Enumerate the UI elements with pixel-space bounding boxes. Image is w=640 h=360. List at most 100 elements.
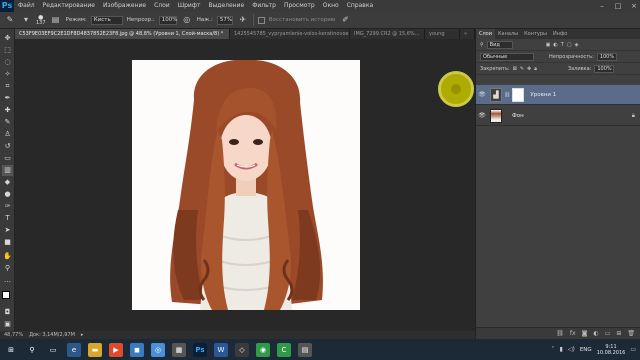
flow-field[interactable]: 57% bbox=[216, 15, 233, 25]
group-folder-icon[interactable]: ▭ bbox=[605, 330, 611, 337]
history-brush-tool-icon[interactable]: ↺ bbox=[2, 141, 13, 152]
file-explorer-icon[interactable]: ▬ bbox=[88, 342, 102, 357]
blur-tool-icon[interactable]: ◆ bbox=[2, 177, 13, 188]
fx-icon[interactable]: fx bbox=[570, 330, 576, 337]
healing-brush-tool-icon[interactable]: ✚ bbox=[2, 105, 13, 116]
eraser-tool-icon[interactable]: ▭ bbox=[2, 153, 13, 164]
brush-tool-icon[interactable]: ✎ bbox=[4, 14, 16, 26]
camtasia-icon[interactable]: ◉ bbox=[256, 342, 270, 357]
brush-tool-icon[interactable]: ✎ bbox=[2, 117, 13, 128]
menu-edit[interactable]: Редактирование bbox=[39, 0, 99, 12]
media-app-icon[interactable]: ▶ bbox=[109, 342, 123, 357]
shape-tool-icon[interactable]: ■ bbox=[2, 237, 13, 248]
windows-start-icon[interactable]: ⊞ bbox=[4, 343, 18, 357]
canvas-area[interactable] bbox=[15, 39, 475, 331]
type-tool-icon[interactable]: T bbox=[2, 213, 13, 224]
minimize-icon[interactable]: – bbox=[598, 2, 606, 10]
filter-smart-icon[interactable]: ◈ bbox=[575, 42, 579, 48]
clone-stamp-tool-icon[interactable]: ♙ bbox=[2, 129, 13, 140]
tab-document-2[interactable]: 1425545785_vypryamlenie-volos-keratinovo… bbox=[230, 29, 350, 39]
volume-icon[interactable]: ◁) bbox=[568, 346, 575, 353]
maximize-icon[interactable]: □ bbox=[614, 2, 622, 10]
quick-select-tool-icon[interactable]: ✧ bbox=[2, 69, 13, 80]
menu-help[interactable]: Справка bbox=[343, 0, 377, 12]
store-icon[interactable]: ◼ bbox=[130, 342, 144, 357]
filter-adjustment-icon[interactable]: ◐ bbox=[553, 42, 557, 48]
layer-row[interactable]: 👁︎ Фон 🔒︎ bbox=[476, 106, 640, 126]
add-mask-icon[interactable]: ◙ bbox=[582, 330, 588, 337]
airbrush-icon[interactable]: ✈ bbox=[237, 14, 249, 26]
new-layer-icon[interactable]: ⊞ bbox=[616, 330, 621, 337]
tab-layers[interactable]: Слои bbox=[476, 29, 495, 39]
filter-shape-icon[interactable]: ▢ bbox=[567, 42, 572, 48]
tab-document-4[interactable]: young bbox=[425, 29, 460, 39]
menu-view[interactable]: Просмотр bbox=[280, 0, 319, 12]
lock-all-icon[interactable]: 🔒︎ bbox=[534, 66, 537, 72]
adjustment-layer-icon[interactable]: ◐ bbox=[593, 330, 598, 337]
tabs-overflow-icon[interactable]: » bbox=[460, 29, 475, 39]
tab-document-active[interactable]: C53F9E03EF9C2E1DF8D4837852E23F8.jpg @ 48… bbox=[15, 29, 230, 39]
pressure-opacity-icon[interactable]: ◎ bbox=[181, 14, 193, 26]
menu-type[interactable]: Шрифт bbox=[174, 0, 205, 12]
notifications-icon[interactable]: ▭ bbox=[630, 346, 636, 353]
network-icon[interactable]: ▮ bbox=[560, 346, 563, 353]
edge-browser-icon[interactable]: e bbox=[67, 342, 81, 357]
calculator-icon[interactable]: ▦ bbox=[172, 342, 186, 357]
layer-mask-thumbnail[interactable] bbox=[512, 87, 525, 102]
zoom-level[interactable]: 48,77% bbox=[4, 332, 23, 338]
more-tools-icon[interactable]: … bbox=[2, 275, 13, 286]
tab-paths[interactable]: Контуры bbox=[521, 29, 550, 39]
filter-pixel-icon[interactable]: ▣ bbox=[546, 42, 551, 48]
gradient-tool-icon[interactable]: ▥ bbox=[2, 165, 13, 176]
history-checkbox[interactable] bbox=[257, 16, 265, 24]
blend-mode-select[interactable]: Обычные bbox=[480, 52, 534, 61]
path-select-tool-icon[interactable]: ➤ bbox=[2, 225, 13, 236]
dodge-tool-icon[interactable]: ● bbox=[2, 189, 13, 200]
quick-mask-icon[interactable]: ◘ bbox=[2, 307, 13, 318]
app-icon[interactable]: ◇ bbox=[235, 342, 249, 357]
chain-link-icon[interactable]: ⛓ bbox=[504, 92, 510, 98]
layer-fill-field[interactable]: 100% bbox=[594, 64, 615, 73]
task-view-icon[interactable]: ▭ bbox=[46, 343, 60, 357]
filter-type-icon[interactable]: T bbox=[561, 42, 564, 48]
document-image[interactable] bbox=[132, 60, 360, 310]
layer-opacity-field[interactable]: 100% bbox=[596, 52, 617, 61]
lasso-tool-icon[interactable]: ◌ bbox=[2, 57, 13, 68]
foreground-color-swatch[interactable] bbox=[2, 291, 10, 299]
brush-panel-icon[interactable]: ▤ bbox=[50, 14, 62, 26]
chrome-icon[interactable]: ◎ bbox=[151, 342, 165, 357]
screen-mode-icon[interactable]: ▣ bbox=[2, 319, 13, 330]
lock-transparent-icon[interactable]: ⊠ bbox=[513, 66, 517, 72]
layer-row[interactable]: 👁︎ ▟ ⛓ Уровни 1 bbox=[476, 85, 640, 105]
eye-icon[interactable]: 👁︎ bbox=[476, 112, 488, 119]
tab-document-3[interactable]: IMG_7299.CR2 @ 15,6%... bbox=[350, 29, 425, 39]
close-icon[interactable]: × bbox=[630, 2, 638, 10]
menu-image[interactable]: Изображение bbox=[99, 0, 150, 12]
notepad-icon[interactable]: ▤ bbox=[298, 342, 312, 357]
menu-filter[interactable]: Фильтр bbox=[248, 0, 280, 12]
photoshop-taskbar-icon[interactable]: Ps bbox=[193, 342, 207, 357]
hand-tool-icon[interactable]: ✋ bbox=[2, 251, 13, 262]
menu-layers[interactable]: Слои bbox=[150, 0, 174, 12]
word-icon[interactable]: W bbox=[214, 342, 228, 357]
menu-file[interactable]: Файл bbox=[14, 0, 39, 12]
tray-arrow-icon[interactable]: ˄ bbox=[552, 346, 555, 353]
move-tool-icon[interactable]: ✥ bbox=[2, 33, 13, 44]
marquee-tool-icon[interactable]: ⬚ bbox=[2, 45, 13, 56]
lock-pixels-icon[interactable]: ✎ bbox=[520, 66, 524, 72]
recorder-icon[interactable]: C bbox=[277, 342, 291, 357]
tab-info[interactable]: Инфо bbox=[550, 29, 570, 39]
brush-preset-picker[interactable]: ● 137 bbox=[36, 14, 46, 26]
mode-select[interactable]: Кисть bbox=[90, 15, 123, 25]
link-layers-icon[interactable]: ⛓ bbox=[556, 330, 564, 337]
menu-window[interactable]: Окно bbox=[319, 0, 343, 12]
pressure-size-icon[interactable]: ✐ bbox=[339, 14, 351, 26]
eye-icon[interactable]: 👁︎ bbox=[476, 91, 488, 98]
crop-tool-icon[interactable]: ⌗ bbox=[2, 81, 13, 92]
opacity-field[interactable]: 100% bbox=[158, 15, 178, 25]
trash-icon[interactable]: 🗑︎ bbox=[627, 330, 635, 337]
menu-select[interactable]: Выделение bbox=[204, 0, 248, 12]
eyedropper-tool-icon[interactable]: ✒ bbox=[2, 93, 13, 104]
pen-tool-icon[interactable]: ✑ bbox=[2, 201, 13, 212]
search-icon[interactable]: ⚲ bbox=[25, 343, 39, 357]
